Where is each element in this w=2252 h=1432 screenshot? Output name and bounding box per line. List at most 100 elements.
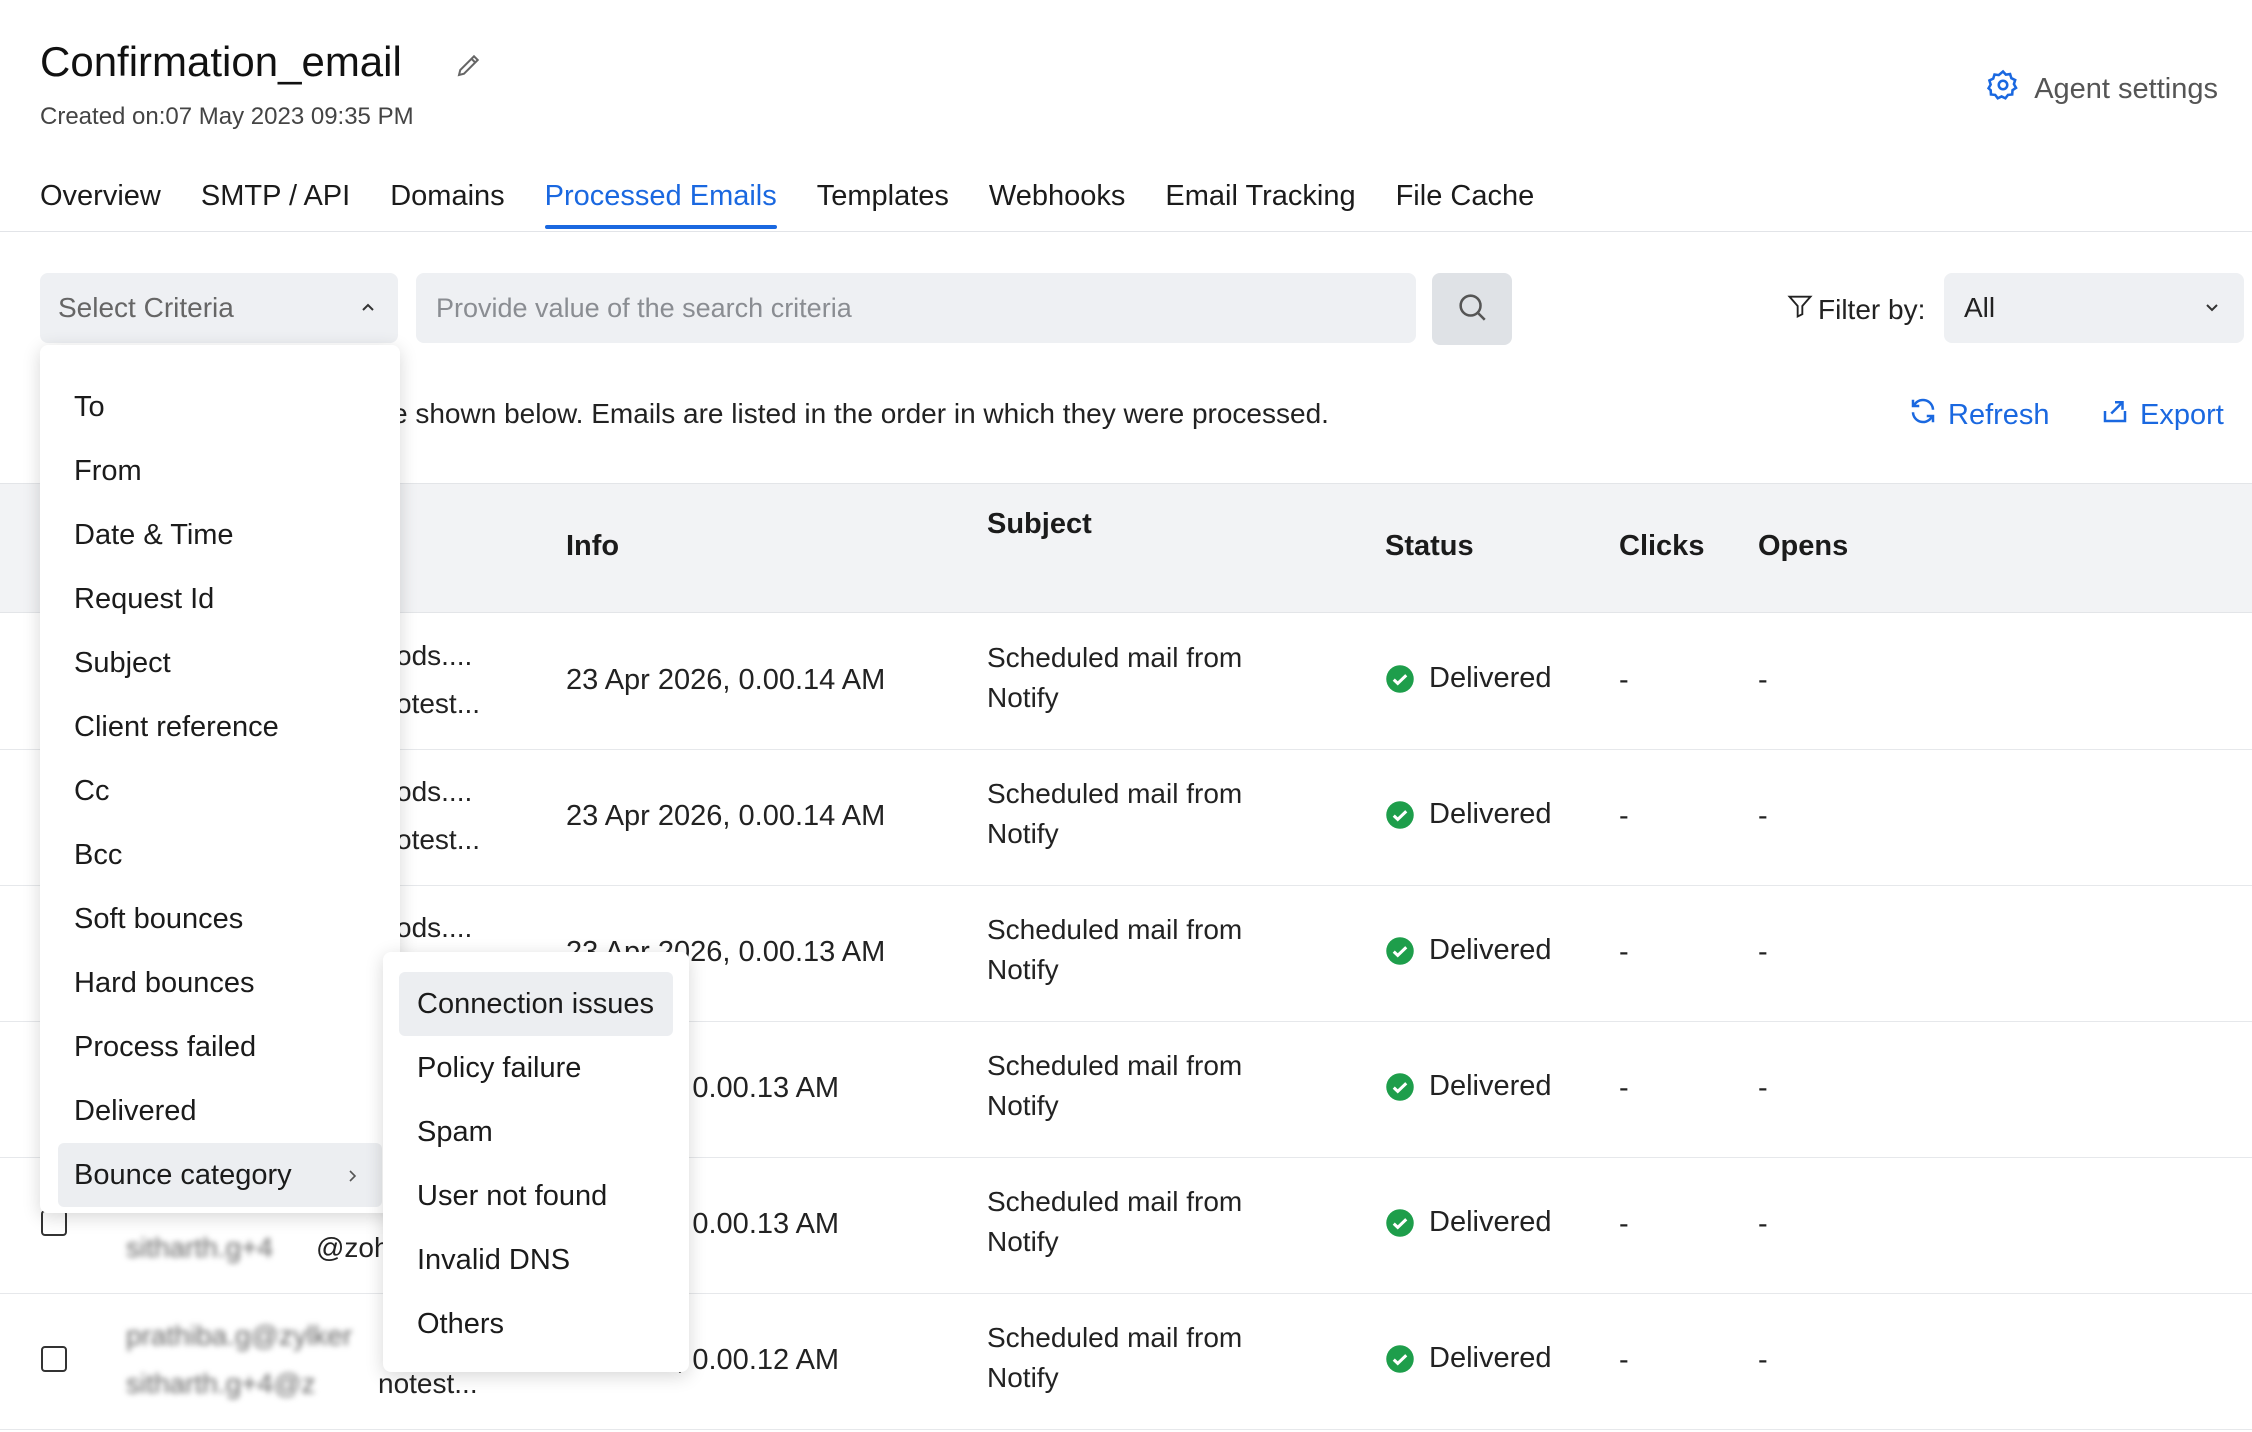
search-input[interactable]: [416, 273, 1416, 343]
submenu-item-others[interactable]: Others: [383, 1292, 689, 1356]
tabs-divider: [0, 231, 2252, 232]
created-date: Created on:07 May 2023 09:35 PM: [40, 103, 414, 130]
export-button[interactable]: Export: [2100, 396, 2224, 434]
check-circle-icon: [1386, 800, 1414, 829]
column-header-info[interactable]: Info: [566, 530, 619, 563]
menu-item-date-time[interactable]: Date & Time: [40, 503, 400, 567]
status-badge: Delivered: [1385, 1342, 1552, 1375]
opens-cell: -: [1758, 800, 1768, 832]
agent-settings-label: Agent settings: [2034, 72, 2218, 105]
status-badge: Delivered: [1385, 662, 1552, 695]
funnel-icon: [1786, 291, 1814, 328]
refresh-button[interactable]: Refresh: [1908, 396, 2050, 434]
submenu-item-invalid-dns[interactable]: Invalid DNS: [383, 1228, 689, 1292]
bounce-category-submenu: Connection issues Policy failure Spam Us…: [383, 952, 689, 1372]
pencil-icon[interactable]: [454, 50, 484, 80]
submenu-item-user-not-found[interactable]: User not found: [383, 1164, 689, 1228]
export-icon: [2100, 396, 2130, 434]
criteria-menu: To From Date & Time Request Id Subject C…: [40, 345, 400, 1213]
check-circle-icon: [1386, 664, 1414, 693]
tab-email-tracking[interactable]: Email Tracking: [1165, 180, 1355, 227]
status-badge: Delivered: [1385, 1206, 1552, 1239]
tab-templates[interactable]: Templates: [817, 180, 949, 227]
to-address: otest...: [396, 688, 481, 719]
menu-item-client-reference[interactable]: Client reference: [40, 695, 400, 759]
check-circle-icon: [1386, 1072, 1414, 1101]
from-address: ods....: [396, 912, 473, 943]
tab-smtp-api[interactable]: SMTP / API: [201, 180, 350, 227]
chevron-right-icon: [344, 1159, 360, 1192]
opens-cell: -: [1758, 1072, 1768, 1104]
page-title: Confirmation_email: [40, 38, 402, 85]
menu-item-process-failed[interactable]: Process failed: [40, 1015, 400, 1079]
opens-cell: -: [1758, 1208, 1768, 1240]
menu-item-bcc[interactable]: Bcc: [40, 823, 400, 887]
clicks-cell: -: [1619, 1072, 1629, 1104]
to-address: sitharth.g+4@z notest...: [126, 1368, 478, 1399]
table-row[interactable]: prathiba.g@zylker sitharth.g+4@z notest..…: [0, 1294, 2252, 1430]
menu-item-cc[interactable]: Cc: [40, 759, 400, 823]
clicks-cell: -: [1619, 936, 1629, 968]
info-text: e shown below. Emails are listed in the …: [392, 398, 1329, 429]
check-circle-icon: [1386, 1344, 1414, 1373]
row-checkbox[interactable]: [41, 1210, 67, 1236]
menu-item-soft-bounces[interactable]: Soft bounces: [40, 887, 400, 951]
export-label: Export: [2140, 398, 2224, 431]
from-address: ods....: [396, 776, 473, 807]
subject-cell: Scheduled mail from Notify: [987, 1186, 1243, 1257]
search-button[interactable]: [1432, 273, 1512, 345]
submenu-item-connection-issues[interactable]: Connection issues: [399, 972, 673, 1036]
status-badge: Delivered: [1385, 934, 1552, 967]
column-header-subject[interactable]: Subject: [987, 508, 1092, 541]
tab-webhooks[interactable]: Webhooks: [989, 180, 1126, 227]
filter-by-label: Filter by:: [1786, 291, 1925, 328]
clicks-cell: -: [1619, 664, 1629, 696]
to-address: otest...: [396, 824, 481, 855]
opens-cell: -: [1758, 664, 1768, 696]
tab-file-cache[interactable]: File Cache: [1396, 180, 1535, 227]
info-datetime: 23 Apr 2026, 0.00.14 AM: [566, 664, 886, 696]
filter-select[interactable]: All: [1944, 273, 2244, 343]
submenu-item-policy-failure[interactable]: Policy failure: [383, 1036, 689, 1100]
tab-domains[interactable]: Domains: [390, 180, 504, 227]
tab-processed-emails[interactable]: Processed Emails: [544, 180, 777, 229]
column-header-opens[interactable]: Opens: [1758, 530, 1848, 563]
agent-settings-button[interactable]: Agent settings: [1986, 68, 2218, 110]
chevron-down-icon: [2202, 292, 2222, 324]
menu-item-from[interactable]: From: [40, 439, 400, 503]
subject-cell: Scheduled mail from Notify: [987, 778, 1243, 849]
to-address: sitharth.g+4 @zoh: [126, 1232, 390, 1263]
column-header-clicks[interactable]: Clicks: [1619, 530, 1704, 563]
menu-item-hard-bounces[interactable]: Hard bounces: [40, 951, 400, 1015]
info-datetime: 23 Apr 2026, 0.00.14 AM: [566, 800, 886, 832]
refresh-label: Refresh: [1948, 398, 2050, 431]
menu-item-to[interactable]: To: [40, 375, 400, 439]
check-circle-icon: [1386, 936, 1414, 965]
opens-cell: -: [1758, 936, 1768, 968]
menu-item-subject[interactable]: Subject: [40, 631, 400, 695]
tab-bar: Overview SMTP / API Domains Processed Em…: [40, 180, 1535, 229]
gear-icon: [1986, 68, 2020, 110]
tab-overview[interactable]: Overview: [40, 180, 161, 227]
column-header-status[interactable]: Status: [1385, 530, 1474, 563]
menu-item-request-id[interactable]: Request Id: [40, 567, 400, 631]
chevron-up-icon: [358, 292, 378, 324]
row-checkbox[interactable]: [41, 1346, 67, 1372]
check-circle-icon: [1386, 1208, 1414, 1237]
bounce-category-label: Bounce category: [74, 1158, 292, 1191]
opens-cell: -: [1758, 1344, 1768, 1376]
from-address: prathiba.g@zylker: [126, 1320, 353, 1351]
refresh-icon: [1908, 396, 1938, 434]
filter-by-text: Filter by:: [1818, 293, 1926, 325]
menu-item-delivered[interactable]: Delivered: [40, 1079, 400, 1143]
clicks-cell: -: [1619, 1208, 1629, 1240]
menu-item-bounce-category[interactable]: Bounce category: [58, 1143, 382, 1207]
submenu-item-spam[interactable]: Spam: [383, 1100, 689, 1164]
clicks-cell: -: [1619, 1344, 1629, 1376]
search-icon: [1455, 290, 1489, 329]
filter-value: All: [1964, 292, 1996, 323]
clicks-cell: -: [1619, 800, 1629, 832]
subject-cell: Scheduled mail from Notify: [987, 1050, 1243, 1121]
subject-cell: Scheduled mail from Notify: [987, 642, 1243, 713]
select-criteria-dropdown[interactable]: Select Criteria: [40, 273, 398, 343]
